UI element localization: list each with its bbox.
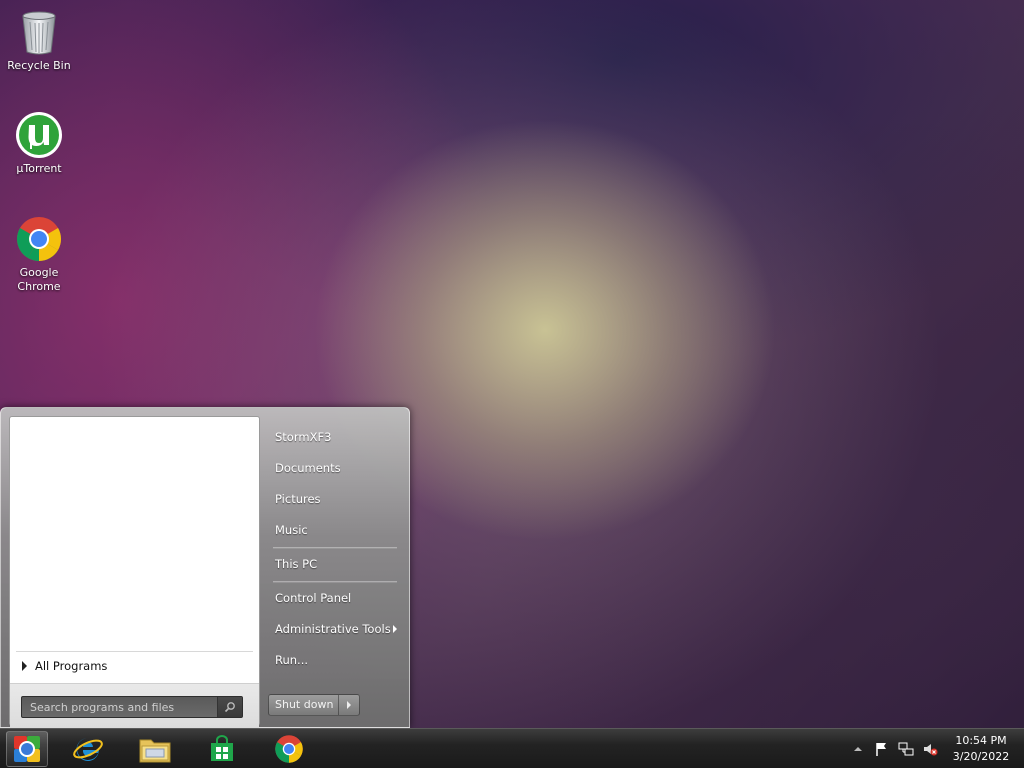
flag-icon: [876, 743, 886, 756]
start-menu: All Programs StormXF3 Documents Pictures…: [0, 407, 410, 728]
start-menu-right-pane: StormXF3 Documents Pictures Music This P…: [263, 416, 403, 726]
search-input[interactable]: [22, 697, 217, 717]
utorrent-icon: [15, 111, 63, 159]
start-item-documents[interactable]: Documents: [267, 455, 399, 481]
volume-muted-icon: [924, 744, 938, 756]
shutdown-options-button[interactable]: [339, 695, 359, 715]
start-item-control-panel[interactable]: Control Panel: [267, 585, 399, 611]
all-programs-button[interactable]: All Programs: [16, 651, 253, 679]
action-center-button[interactable]: [874, 741, 890, 757]
desktop-icon-label: Google Chrome: [17, 266, 61, 293]
desktop-icon-recycle-bin[interactable]: Recycle Bin: [1, 8, 77, 73]
taskbar-clock[interactable]: 10:54 PM 3/20/2022: [945, 733, 1017, 765]
taskbar-internet-explorer[interactable]: [66, 731, 110, 767]
start-menu-left-pane: All Programs: [9, 416, 260, 728]
desktop-icon-label: Recycle Bin: [7, 59, 71, 72]
desktop-icon-utorrent[interactable]: µTorrent: [1, 111, 77, 176]
search-box: [21, 696, 243, 718]
folder-icon: [139, 739, 171, 763]
triangle-right-icon: [347, 701, 351, 709]
separator: [273, 581, 397, 583]
triangle-right-icon: [22, 660, 27, 671]
shutdown-button[interactable]: Shut down: [269, 695, 339, 715]
chrome-icon: [275, 735, 303, 763]
network-button[interactable]: [898, 741, 914, 757]
desktop-icon-google-chrome[interactable]: Google Chrome: [1, 215, 77, 294]
magnifier-icon: [224, 702, 235, 713]
start-item-pictures[interactable]: Pictures: [267, 486, 399, 512]
start-orb-icon: [14, 736, 40, 762]
chevron-up-icon: [854, 747, 862, 751]
taskbar: 10:54 PM 3/20/2022: [0, 728, 1024, 768]
all-programs-label: All Programs: [35, 658, 108, 673]
network-icon: [898, 742, 914, 756]
search-button[interactable]: [217, 697, 242, 717]
start-item-this-pc[interactable]: This PC: [267, 551, 399, 577]
admin-tools-label: Administrative Tools: [275, 622, 391, 636]
store-icon: [211, 735, 233, 761]
recycle-bin-icon: [15, 8, 63, 56]
chrome-icon: [15, 215, 63, 263]
start-item-music[interactable]: Music: [267, 517, 399, 543]
taskbar-file-explorer[interactable]: [133, 731, 177, 767]
internet-explorer-icon: [73, 738, 103, 761]
programs-list: [10, 417, 259, 649]
taskbar-store[interactable]: [200, 731, 244, 767]
volume-button[interactable]: [922, 741, 938, 757]
separator: [273, 547, 397, 549]
start-button[interactable]: [6, 731, 48, 767]
taskbar-google-chrome[interactable]: [267, 731, 311, 767]
show-hidden-icons-button[interactable]: [850, 741, 866, 757]
clock-date: 3/20/2022: [952, 750, 1010, 763]
clock-time: 10:54 PM: [955, 734, 1007, 747]
start-item-administrative-tools[interactable]: Administrative Tools: [267, 616, 399, 642]
search-area: [10, 683, 259, 728]
start-item-run[interactable]: Run...: [267, 647, 399, 673]
start-item-user[interactable]: StormXF3: [267, 424, 399, 450]
desktop-icon-label: µTorrent: [16, 162, 62, 175]
shutdown-group: Shut down: [268, 694, 360, 716]
submenu-arrow-icon: [393, 625, 397, 633]
